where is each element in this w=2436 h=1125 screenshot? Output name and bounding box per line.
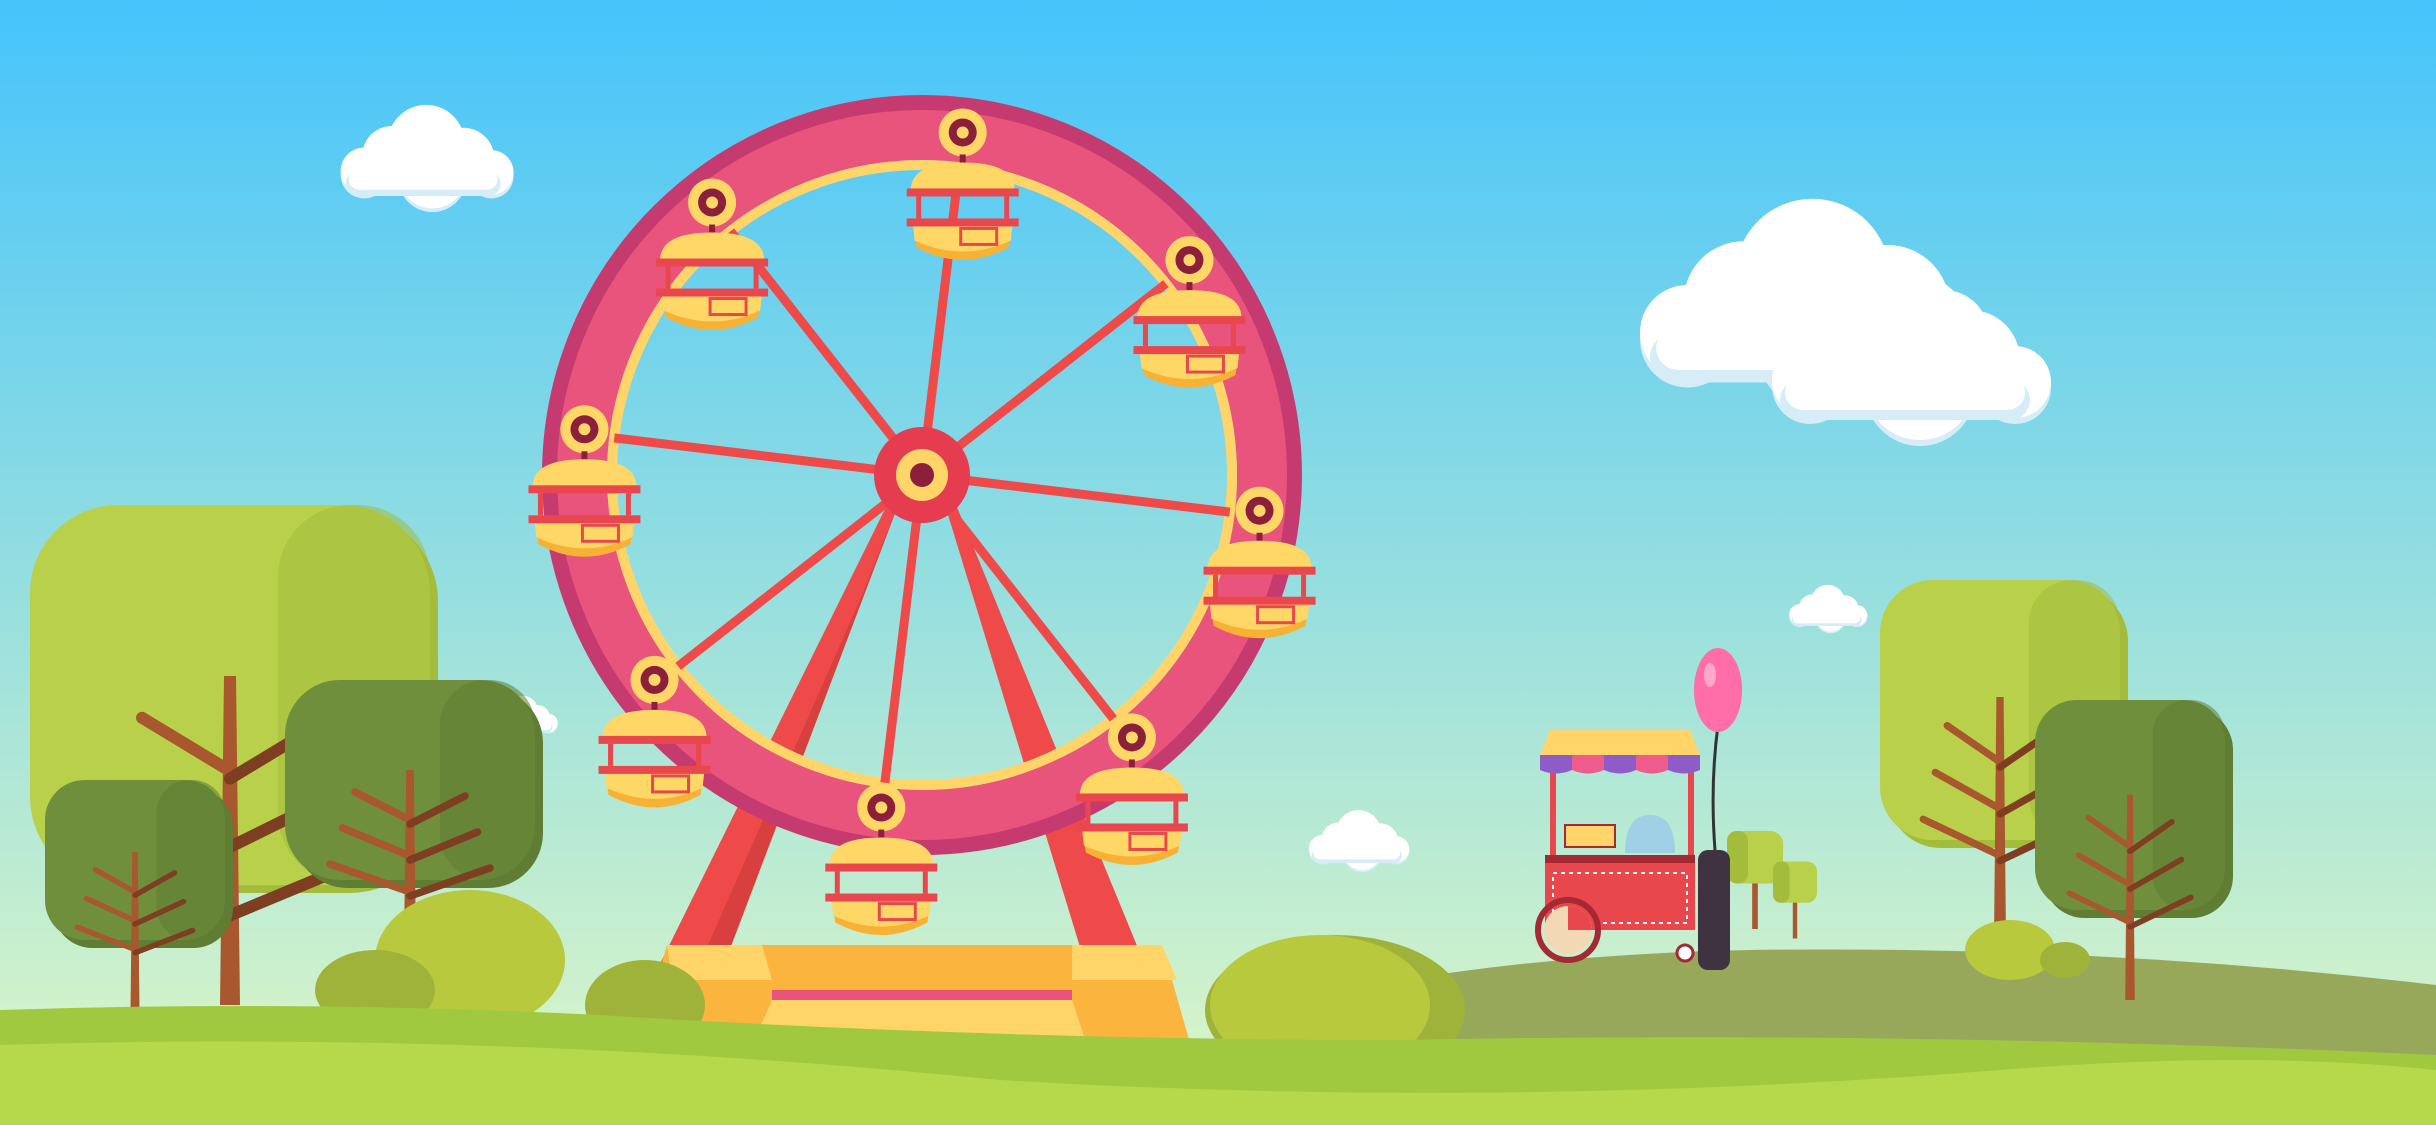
cart-awning <box>1540 730 1700 755</box>
bush-icon <box>1965 920 2055 980</box>
balloon-icon <box>1694 648 1742 732</box>
amusement-park-scene <box>0 0 2436 1125</box>
cart-sign <box>1564 824 1616 848</box>
bush-icon <box>2040 942 2090 978</box>
gas-tank <box>1698 850 1730 970</box>
cart-wheel <box>1675 943 1695 963</box>
scene-canvas <box>0 0 2436 1125</box>
